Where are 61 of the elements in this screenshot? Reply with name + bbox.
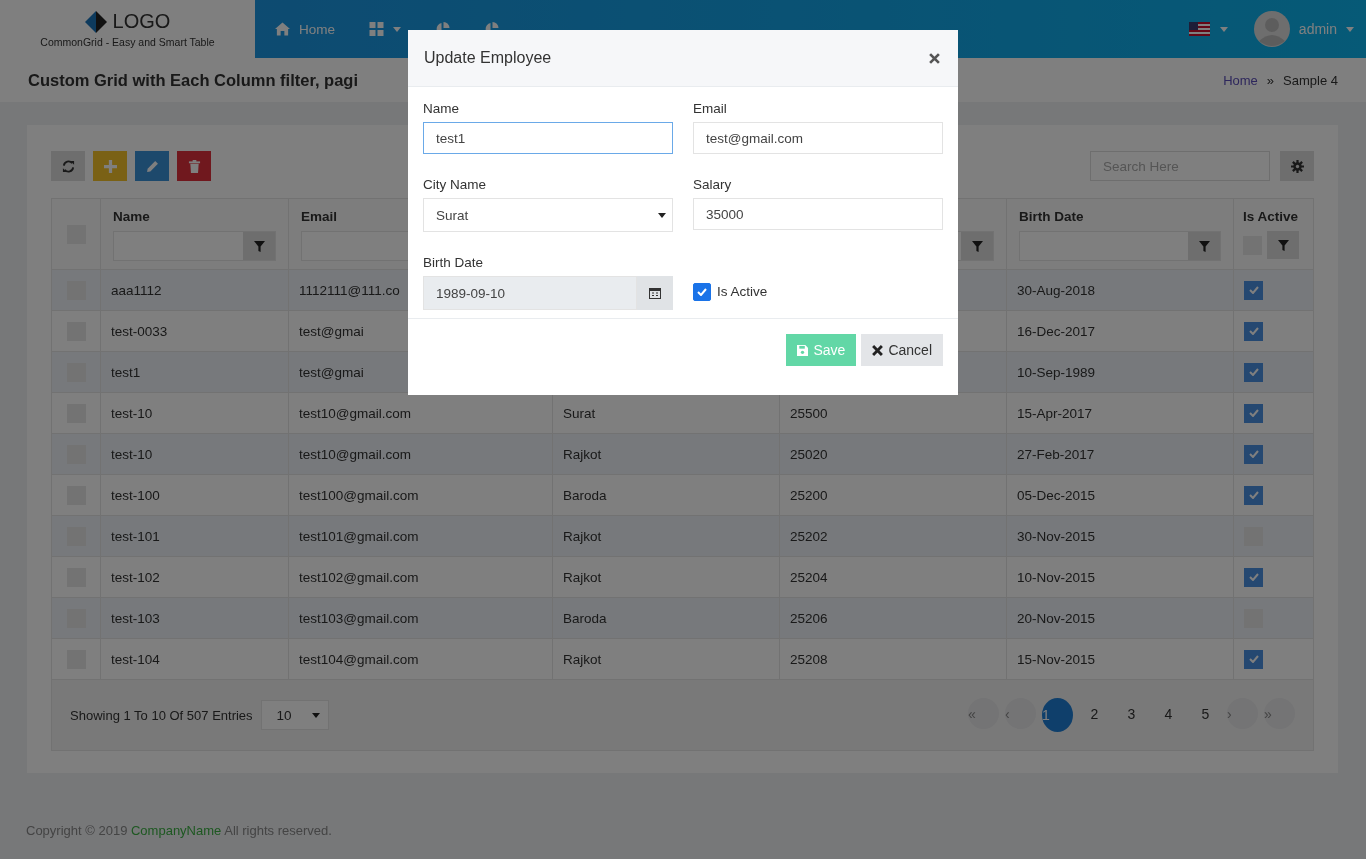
table-cell: aaa1112: [111, 282, 162, 298]
table-cell: 05-Dec-2015: [1017, 487, 1096, 503]
table-cell: test103@gmail.com: [299, 610, 419, 626]
table-cell: 27-Feb-2017: [1017, 446, 1095, 462]
table-cell: 16-Dec-2017: [1017, 323, 1096, 339]
dialog-title: Update Employee: [424, 49, 552, 67]
column-header: Is Active: [1243, 209, 1299, 226]
table-cell: test101@gmail.com: [299, 528, 419, 544]
column-header: Birth Date: [1019, 209, 1084, 226]
table-cell: test1: [111, 364, 141, 380]
table-cell: test-100: [111, 487, 160, 503]
table-cell: 30-Nov-2015: [1017, 528, 1096, 544]
table-cell: test102@gmail.com: [299, 569, 419, 585]
table-cell: Rajkot: [563, 528, 602, 544]
breadcrumb-text: Sample 4: [1283, 72, 1338, 88]
table-cell: 10-Nov-2015: [1017, 569, 1096, 585]
table-cell: test10@gmail.com: [299, 446, 411, 462]
table-cell: test10@gmail.com: [299, 405, 411, 421]
table-cell: test-104: [111, 651, 160, 667]
table-cell: 15-Apr-2017: [1017, 405, 1093, 421]
page-title: Custom Grid with Each Column filter, pagi: [28, 70, 359, 90]
field-label: Email: [693, 101, 728, 116]
field-label: Name: [423, 101, 460, 116]
table-cell: test-103: [111, 610, 160, 626]
table-cell: 25206: [790, 610, 828, 626]
table-cell: test@gmai: [299, 364, 364, 380]
field-label: Birth Date: [423, 255, 485, 270]
table-cell: 1112111@111.co: [299, 282, 400, 298]
breadcrumb-text: »: [1266, 72, 1275, 88]
column-header: Email: [301, 209, 338, 226]
logo-tagline: CommonGrid - Easy and Smart Table: [40, 36, 215, 48]
table-cell: 10-Sep-1989: [1017, 364, 1096, 380]
table-cell: 30-Aug-2018: [1017, 282, 1096, 298]
table-cell: 25500: [790, 405, 828, 421]
table-cell: Baroda: [563, 610, 607, 626]
table-cell: Rajkot: [563, 569, 602, 585]
logo-text: LOGO: [112, 10, 171, 33]
table-cell: 25020: [790, 446, 828, 462]
table-cell: test@gmai: [299, 323, 364, 339]
table-cell: Rajkot: [563, 446, 602, 462]
table-cell: test-10: [111, 446, 153, 462]
table-cell: 20-Nov-2015: [1017, 610, 1096, 626]
checkbox-label: Is Active: [717, 284, 768, 299]
entries-summary: Showing 1 To 10 Of 507 Entries: [70, 707, 253, 723]
table-cell: test-102: [111, 569, 160, 585]
table-cell: 15-Nov-2015: [1017, 651, 1096, 667]
table-cell: Baroda: [563, 487, 607, 503]
table-cell: 25208: [790, 651, 828, 667]
table-cell: 25200: [790, 487, 828, 503]
table-cell: test-101: [111, 528, 160, 544]
table-cell: test-10: [111, 405, 153, 421]
table-cell: test104@gmail.com: [299, 651, 419, 667]
field-label: Salary: [693, 177, 733, 192]
table-cell: 25204: [790, 569, 828, 585]
table-cell: Rajkot: [563, 651, 602, 667]
table-cell: test-0033: [111, 323, 168, 339]
table-cell: test100@gmail.com: [299, 487, 419, 503]
column-header: Name: [113, 209, 150, 226]
table-cell: Surat: [563, 405, 596, 421]
table-cell: 25202: [790, 528, 828, 544]
field-label: City Name: [423, 177, 487, 192]
